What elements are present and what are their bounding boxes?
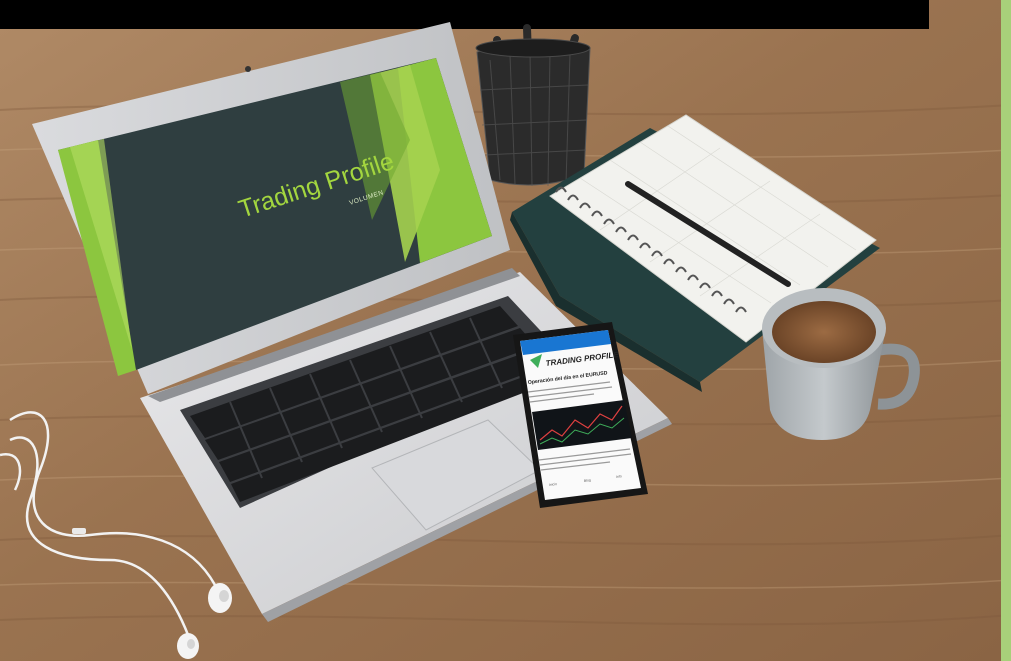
phone-nav-2[interactable]: Blog [584, 478, 591, 483]
earbud-right [177, 633, 199, 659]
phone-nav-3[interactable]: Info [616, 474, 622, 479]
desk-photo: Trading Profile VOLUMEN TRADING PROFILE … [0, 0, 1011, 661]
earphone-remote [72, 528, 86, 534]
top-banner [0, 0, 929, 29]
right-border [1001, 0, 1011, 661]
pencil-holder [475, 24, 591, 187]
earbud-left [208, 583, 232, 613]
